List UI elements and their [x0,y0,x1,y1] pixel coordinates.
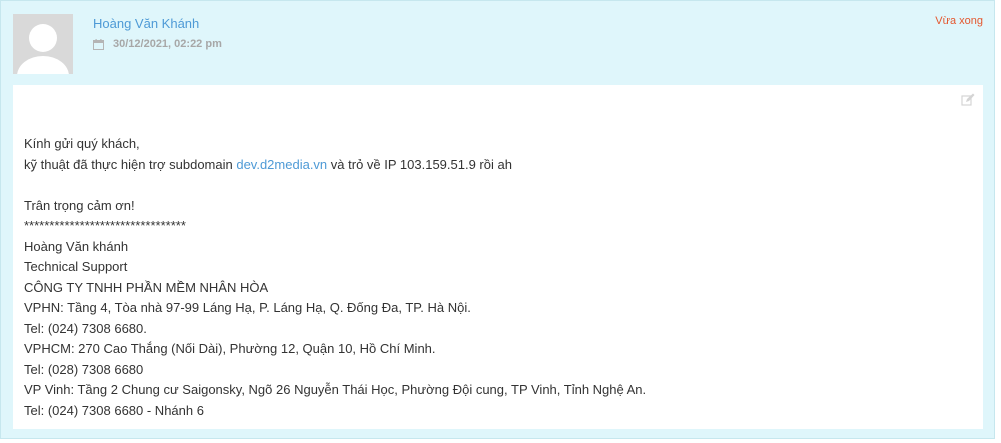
post-date-text: 30/12/2021, 02:22 pm [113,38,222,50]
signature-name: Hoàng Văn khánh [24,238,129,254]
user-silhouette-icon [13,14,73,74]
ticket-reply-card: Hoàng Văn Khánh 30/12/2021, 02:22 pm Vừa… [0,0,995,439]
message-line-subdomain: kỹ thuật đã thực hiện trợ subdomain dev.… [24,155,646,176]
message-text: kỹ thuật đã thực hiện trợ subdomain [24,156,237,172]
message-text: và trỏ về IP 103.159.51.9 rồi ah [327,156,512,172]
post-time-ago: Vừa xong [935,15,983,27]
edit-icon[interactable] [961,93,975,107]
signature-office-hanoi: VPHN: Tầng 4, Tòa nhà 97-99 Láng Hạ, P. … [24,300,471,315]
signature-tel-vinh: Tel: (024) 7308 6680 - Nhánh 6 [24,402,204,418]
calendar-icon [93,38,104,50]
signature-title: Technical Support [24,259,128,274]
subdomain-link[interactable]: dev.d2media.vn [236,157,327,172]
message-body: Kính gửi quý khách, kỹ thuật đã thực hiệ… [24,134,646,421]
signature-tel-hcm: Tel: (028) 7308 6680 [24,361,144,377]
signature-office-vinh: VP Vinh: Tầng 2 Chung cư Saigonsky, Ngõ … [24,382,647,397]
author-name[interactable]: Hoàng Văn Khánh [93,16,199,31]
signature-tel-hanoi: Tel: (024) 7308 6680. [24,320,147,336]
message-box: Kính gửi quý khách, kỹ thuật đã thực hiệ… [13,85,983,429]
avatar [13,14,73,74]
post-date: 30/12/2021, 02:22 pm [93,38,222,50]
signature-office-hcm: VPHCM: 270 Cao Thắng (Nối Dài), Phường 1… [24,341,436,356]
message-greeting: Kính gửi quý khách, [24,136,140,151]
message-closing: Trân trọng cảm ơn! [24,197,135,213]
signature-separator: ******************************** [24,218,186,233]
signature-company: CÔNG TY TNHH PHẦN MỀM NHÂN HÒA [24,279,269,295]
